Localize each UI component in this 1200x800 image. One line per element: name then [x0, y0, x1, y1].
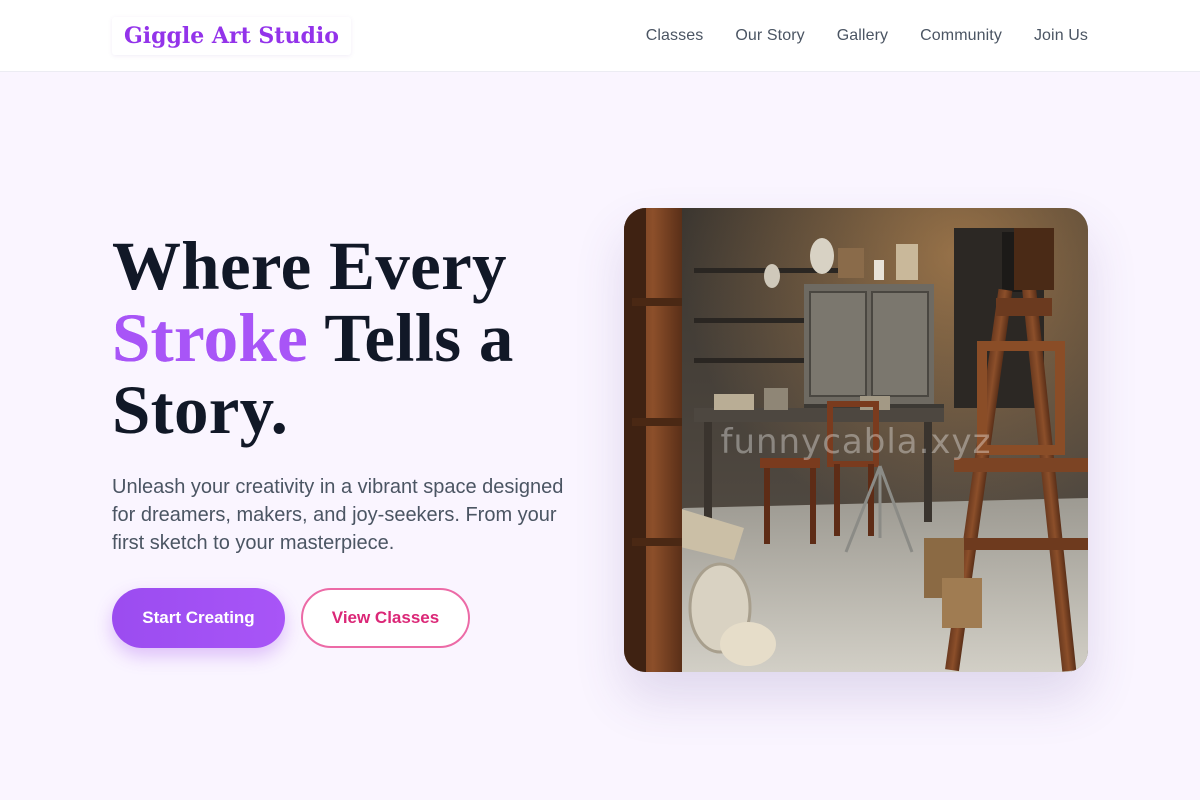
- hero-subtitle: Unleash your creativity in a vibrant spa…: [112, 476, 564, 554]
- nav-link-classes[interactable]: Classes: [646, 27, 704, 45]
- image-watermark: funnycabla.xyz: [720, 422, 992, 462]
- hero-headline: Where Every Stroke Tells a Story.: [112, 230, 592, 446]
- nav-link-gallery[interactable]: Gallery: [837, 27, 888, 45]
- headline-line-1: Where Every: [112, 228, 507, 304]
- headline-line-3: Story.: [112, 372, 289, 448]
- nav-link-join-us[interactable]: Join Us: [1034, 27, 1088, 45]
- view-classes-button[interactable]: View Classes: [301, 588, 470, 648]
- headline-accent-word: Stroke: [112, 300, 309, 376]
- start-creating-button[interactable]: Start Creating: [112, 588, 285, 648]
- site-header: Giggle Art Studio Classes Our Story Gall…: [0, 0, 1200, 72]
- studio-photo: funnycabla.xyz: [624, 208, 1088, 672]
- headline-line-2: Tells a: [324, 300, 514, 376]
- nav-link-our-story[interactable]: Our Story: [735, 27, 804, 45]
- logo[interactable]: Giggle Art Studio: [112, 17, 351, 55]
- nav-link-community[interactable]: Community: [920, 27, 1002, 45]
- main-nav: Classes Our Story Gallery Community Join…: [646, 0, 1088, 72]
